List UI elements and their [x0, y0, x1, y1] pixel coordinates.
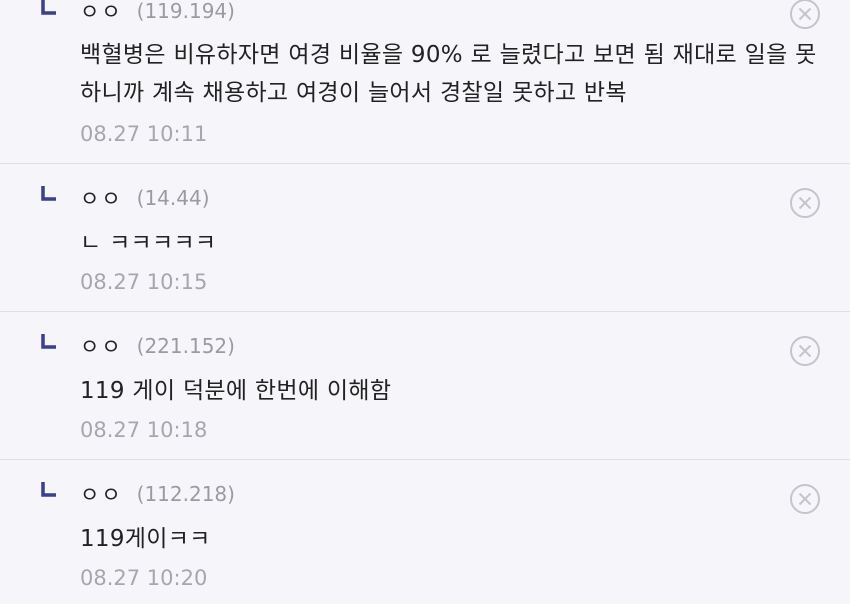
delete-reply-button[interactable]	[788, 334, 822, 368]
reply-item: ㅇㅇ (119.194) 백혈병은 비유하자면 여경 비율을 90% 로 늘렸다…	[0, 0, 850, 164]
reply-author-line: ㅇㅇ (14.44)	[80, 185, 210, 211]
reply-arrow-icon	[40, 186, 58, 204]
reply-timestamp: 08.27 10:11	[80, 122, 208, 146]
reply-timestamp: 08.27 10:20	[80, 566, 208, 590]
reply-timestamp: 08.27 10:18	[80, 418, 208, 442]
close-circle-icon	[790, 188, 820, 218]
reply-text: 백혈병은 비유하자면 여경 비율을 90% 로 늘렸다고 보면 됨 재대로 일을…	[80, 42, 817, 106]
reply-ip: (14.44)	[136, 186, 210, 210]
delete-reply-button[interactable]	[788, 482, 822, 516]
close-circle-icon	[790, 336, 820, 366]
close-circle-icon	[790, 0, 820, 29]
close-circle-icon	[790, 484, 820, 514]
reply-timestamp: 08.27 10:15	[80, 270, 208, 294]
reply-arrow-icon	[40, 334, 58, 352]
reply-author-line: ㅇㅇ (221.152)	[80, 333, 235, 359]
reply-arrow-icon	[40, 0, 58, 18]
reply-item: ㅇㅇ (14.44) ㄴ ㅋㅋㅋㅋㅋ 08.27 10:15	[0, 164, 850, 312]
reply-item: ㅇㅇ (221.152) 119 게이 덕분에 한번에 이해함 08.27 10…	[0, 312, 850, 460]
reply-text: 119게이ㅋㅋ	[80, 526, 211, 552]
reply-author-line: ㅇㅇ (119.194)	[80, 0, 235, 24]
reply-item: ㅇㅇ (112.218) 119게이ㅋㅋ 08.27 10:20	[0, 460, 850, 604]
reply-nickname[interactable]: ㅇㅇ	[80, 0, 123, 26]
reply-nickname[interactable]: ㅇㅇ	[80, 331, 123, 361]
delete-reply-button[interactable]	[788, 0, 822, 31]
delete-reply-button[interactable]	[788, 186, 822, 220]
reply-author-line: ㅇㅇ (112.218)	[80, 481, 235, 507]
reply-ip: (112.218)	[136, 482, 235, 506]
reply-nickname[interactable]: ㅇㅇ	[80, 183, 123, 213]
reply-text: ㄴ ㅋㅋㅋㅋㅋ	[80, 230, 217, 256]
comment-thread: ㅇㅇ (119.194) 백혈병은 비유하자면 여경 비율을 90% 로 늘렸다…	[0, 0, 850, 604]
reply-text: 119 게이 덕분에 한번에 이해함	[80, 378, 392, 404]
reply-ip: (221.152)	[136, 334, 235, 358]
reply-nickname[interactable]: ㅇㅇ	[80, 479, 123, 509]
reply-ip: (119.194)	[136, 0, 235, 23]
reply-arrow-icon	[40, 482, 58, 500]
